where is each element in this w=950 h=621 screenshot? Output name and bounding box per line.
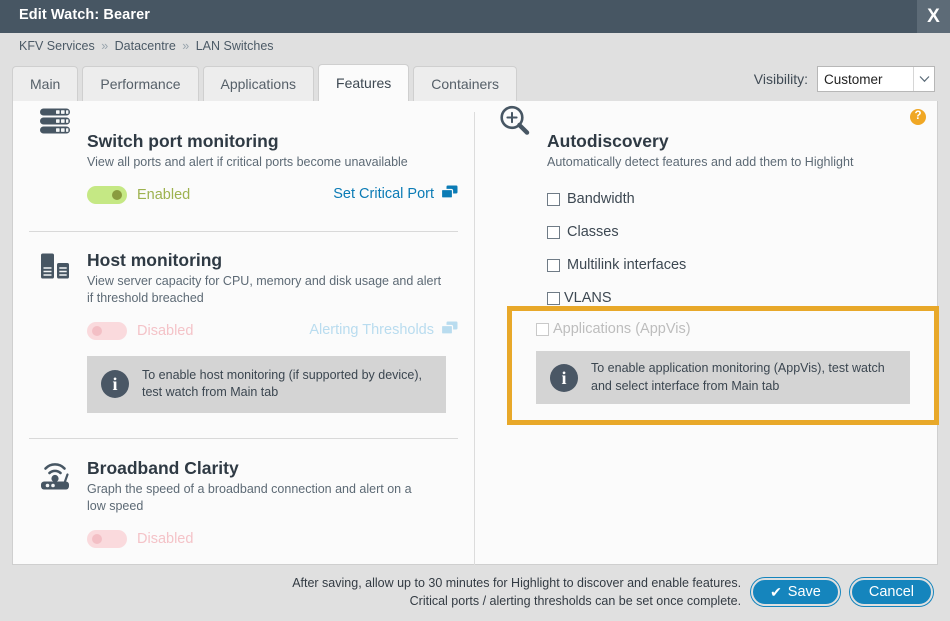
- magnifier-plus-icon: [492, 104, 538, 146]
- dialog-footer: After saving, allow up to 30 minutes for…: [0, 565, 950, 621]
- feature-broadband-clarity: Broadband Clarity Graph the speed of a b…: [13, 439, 474, 550]
- link-label: Set Critical Port: [333, 186, 434, 202]
- title-bar: Edit Watch: Bearer X: [0, 0, 950, 33]
- feature-description: Graph the speed of a broadband connectio…: [87, 481, 432, 515]
- appvis-checkbox-area: Applications (AppVis): [512, 311, 934, 337]
- save-button[interactable]: ✔ Save: [751, 578, 840, 606]
- visibility-selected-value: Customer: [818, 72, 883, 87]
- edit-watch-dialog: Edit Watch: Bearer X KFV Services » Data…: [0, 0, 950, 621]
- info-text: To enable application monitoring (AppVis…: [591, 360, 896, 395]
- checkbox-box-icon[interactable]: [547, 292, 560, 305]
- set-critical-port-link[interactable]: Set Critical Port: [333, 185, 458, 203]
- checkbox-label: Bandwidth: [567, 191, 635, 207]
- checkbox-label: Multilink interfaces: [567, 257, 686, 273]
- breadcrumb-separator: »: [179, 39, 192, 53]
- autodiscovery-checkbox-list: Bandwidth Classes Multilink interfaces: [547, 191, 939, 306]
- chevron-down-icon[interactable]: [913, 67, 934, 91]
- window-title: Edit Watch: Bearer: [19, 7, 150, 23]
- cancel-button-label: Cancel: [869, 584, 914, 600]
- tab-features[interactable]: Features: [318, 64, 409, 101]
- alerting-thresholds-link: Alerting Thresholds: [309, 321, 458, 339]
- tab-main[interactable]: Main: [12, 66, 78, 101]
- toggle-row: Disabled Alerting Thresholds: [87, 320, 458, 342]
- checkbox-box-icon: [536, 323, 549, 336]
- footer-actions: After saving, allow up to 30 minutes for…: [292, 574, 933, 610]
- features-panel: ?: [12, 101, 938, 565]
- appvis-info-box: i To enable application monitoring (AppV…: [536, 351, 910, 404]
- tab-containers[interactable]: Containers: [413, 66, 517, 101]
- checkbox-box-icon[interactable]: [547, 193, 560, 206]
- visibility-control: Visibility: Customer: [754, 66, 935, 92]
- info-icon: i: [101, 370, 129, 398]
- tab-strip: Main Performance Applications Features C…: [12, 65, 517, 101]
- left-column: Switch port monitoring View all ports an…: [13, 101, 474, 565]
- server-towers-icon: [32, 252, 78, 294]
- visibility-label: Visibility:: [754, 71, 808, 87]
- switch-port-monitoring-toggle[interactable]: [87, 186, 127, 204]
- checkbox-box-icon[interactable]: [547, 226, 560, 239]
- toggle-knob: [92, 326, 102, 336]
- toggle-knob: [112, 190, 122, 200]
- right-column: Autodiscovery Automatically detect featu…: [475, 101, 939, 565]
- toggle-state-label: Disabled: [137, 323, 193, 339]
- toggle-knob: [92, 534, 102, 544]
- breadcrumb-separator: »: [98, 39, 111, 53]
- feature-autodiscovery: Autodiscovery Automatically detect featu…: [475, 101, 939, 306]
- breadcrumb-item-3[interactable]: LAN Switches: [196, 39, 274, 53]
- tab-applications[interactable]: Applications: [203, 66, 315, 101]
- checkbox-label: Applications (AppVis): [553, 321, 691, 337]
- breadcrumb: KFV Services » Datacentre » LAN Switches: [19, 39, 274, 53]
- servers-stack-icon: [32, 104, 78, 146]
- info-text: To enable host monitoring (if supported …: [142, 367, 432, 402]
- breadcrumb-item-2[interactable]: Datacentre: [115, 39, 176, 53]
- toggle-row: Disabled: [87, 528, 458, 550]
- toggle-state-label: Enabled: [137, 187, 190, 203]
- footer-note-line-1: After saving, allow up to 30 minutes for…: [292, 574, 741, 592]
- router-wifi-icon: [32, 461, 78, 503]
- autodiscovery-title: Autodiscovery: [547, 131, 939, 151]
- toggle-row: Enabled Set Critical Port: [87, 184, 458, 206]
- visibility-select[interactable]: Customer: [817, 66, 935, 92]
- link-label: Alerting Thresholds: [309, 322, 434, 338]
- open-window-icon: [441, 185, 458, 203]
- feature-title: Switch port monitoring: [87, 131, 458, 151]
- checkbox-label: VLANS: [564, 290, 612, 306]
- tab-performance[interactable]: Performance: [82, 66, 198, 101]
- host-monitoring-toggle: [87, 322, 127, 340]
- checkbox-classes[interactable]: Classes: [547, 224, 939, 240]
- save-button-label: Save: [788, 584, 821, 600]
- close-icon[interactable]: X: [917, 0, 950, 33]
- feature-title: Host monitoring: [87, 250, 458, 270]
- checkbox-applications-appvis: Applications (AppVis): [536, 321, 934, 337]
- footer-note-line-2: Critical ports / alerting thresholds can…: [292, 592, 741, 610]
- check-icon: ✔: [770, 585, 782, 599]
- feature-switch-port-monitoring: Switch port monitoring View all ports an…: [13, 101, 474, 206]
- footer-note: After saving, allow up to 30 minutes for…: [292, 574, 741, 610]
- toggle-state-label: Disabled: [137, 531, 193, 547]
- broadband-clarity-toggle: [87, 530, 127, 548]
- checkbox-bandwidth[interactable]: Bandwidth: [547, 191, 939, 207]
- feature-description: View server capacity for CPU, memory and…: [87, 273, 442, 307]
- open-window-icon: [441, 321, 458, 339]
- feature-title: Broadband Clarity: [87, 458, 458, 478]
- breadcrumb-item-1[interactable]: KFV Services: [19, 39, 95, 53]
- cancel-button[interactable]: Cancel: [850, 578, 933, 606]
- checkbox-box-icon[interactable]: [547, 259, 560, 272]
- autodiscovery-description: Automatically detect features and add th…: [547, 154, 907, 171]
- host-monitoring-info-box: i To enable host monitoring (if supporte…: [87, 356, 446, 413]
- checkbox-vlans[interactable]: VLANS: [547, 290, 939, 306]
- checkbox-label: Classes: [567, 224, 619, 240]
- info-icon: i: [550, 364, 578, 392]
- appvis-highlight-box: Applications (AppVis) i To enable applic…: [507, 306, 939, 425]
- checkbox-multilink-interfaces[interactable]: Multilink interfaces: [547, 257, 939, 273]
- feature-host-monitoring: Host monitoring View server capacity for…: [13, 232, 474, 413]
- feature-description: View all ports and alert if critical por…: [87, 154, 437, 171]
